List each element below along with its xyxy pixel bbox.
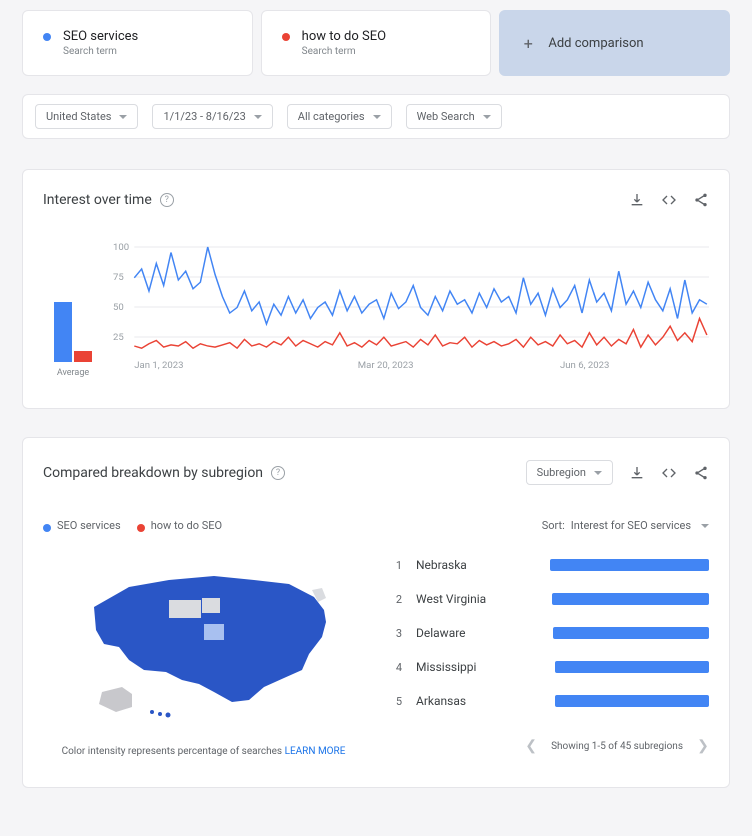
share-icon[interactable]	[693, 465, 709, 481]
help-icon[interactable]: ?	[271, 466, 285, 480]
panel-title: Interest over time ?	[43, 192, 174, 208]
region-bar	[555, 661, 709, 673]
svg-text:25: 25	[113, 332, 124, 343]
region-rank: 5	[388, 695, 402, 708]
comparison-type: Search term	[302, 46, 386, 57]
series-dot-icon	[43, 33, 51, 41]
region-name: Arkansas	[416, 694, 536, 708]
add-comparison-button[interactable]: + Add comparison	[499, 10, 730, 76]
interest-line-chart: 100 75 50 25 Jan 1, 2023 Mar 20, 2023 Ju…	[113, 242, 709, 378]
region-row[interactable]: 3 Delaware	[388, 616, 709, 650]
comparison-cards-row: SEO services Search term how to do SEO S…	[22, 10, 730, 76]
filters-bar: United States 1/1/23 - 8/16/23 All categ…	[22, 94, 730, 139]
map-note: Color intensity represents percentage of…	[43, 746, 364, 757]
category-filter[interactable]: All categories	[287, 104, 392, 129]
region-rank: 4	[388, 661, 402, 674]
timeframe-filter[interactable]: 1/1/23 - 8/16/23	[152, 104, 272, 129]
region-rank: 3	[388, 627, 402, 640]
download-icon[interactable]	[629, 192, 645, 208]
series-dot-icon	[282, 33, 290, 41]
region-row[interactable]: 2 West Virginia	[388, 582, 709, 616]
pager-prev-button[interactable]: ❮	[525, 738, 537, 754]
search-type-filter[interactable]: Web Search	[406, 104, 502, 129]
interest-over-time-panel: Interest over time ? Average 100 75	[22, 169, 730, 409]
sort-selector[interactable]: Sort: Interest for SEO services	[388, 519, 709, 532]
avg-bar-series2	[74, 351, 92, 362]
region-bar	[552, 593, 709, 605]
avg-bar-series1	[54, 302, 72, 362]
svg-text:50: 50	[113, 302, 124, 313]
caret-down-icon	[254, 115, 262, 119]
region-bar	[550, 559, 709, 571]
caret-down-icon	[483, 115, 491, 119]
panel-title: Compared breakdown by subregion ?	[43, 465, 285, 481]
average-column: Average	[43, 242, 103, 378]
plus-icon: +	[520, 34, 536, 53]
caret-down-icon	[119, 115, 127, 119]
pager: ❮ Showing 1-5 of 45 subregions ❯	[388, 738, 709, 754]
pager-next-button[interactable]: ❯	[697, 738, 709, 754]
svg-text:75: 75	[113, 272, 124, 283]
help-icon[interactable]: ?	[160, 193, 174, 207]
region-bar	[555, 695, 709, 707]
us-choropleth-map[interactable]	[74, 552, 334, 722]
share-icon[interactable]	[693, 192, 709, 208]
series-dot-icon	[43, 524, 51, 532]
region-row[interactable]: 5 Arkansas	[388, 684, 709, 718]
region-row[interactable]: 1 Nebraska	[388, 548, 709, 582]
region-name: Mississippi	[416, 660, 536, 674]
region-filter[interactable]: United States	[35, 104, 138, 129]
svg-text:Jun 6, 2023: Jun 6, 2023	[560, 360, 609, 370]
breakdown-legend: SEO services how to do SEO	[43, 519, 364, 532]
region-name: West Virginia	[416, 592, 536, 606]
comparison-term: SEO services	[63, 29, 138, 44]
download-icon[interactable]	[629, 465, 645, 481]
embed-icon[interactable]	[661, 192, 677, 208]
comparison-card-2[interactable]: how to do SEO Search term	[261, 10, 492, 76]
learn-more-link[interactable]: LEARN MORE	[285, 746, 346, 757]
series-dot-icon	[137, 524, 145, 532]
region-name: Nebraska	[416, 558, 536, 572]
svg-text:Mar 20, 2023: Mar 20, 2023	[358, 360, 414, 370]
svg-text:100: 100	[113, 242, 129, 253]
breakdown-panel: Compared breakdown by subregion ? Subreg…	[22, 437, 730, 788]
region-bar	[553, 627, 709, 639]
region-row[interactable]: 4 Mississippi	[388, 650, 709, 684]
caret-down-icon	[701, 524, 709, 528]
region-name: Delaware	[416, 626, 536, 640]
caret-down-icon	[373, 115, 381, 119]
comparison-card-1[interactable]: SEO services Search term	[22, 10, 253, 76]
comparison-type: Search term	[63, 46, 138, 57]
comparison-term: how to do SEO	[302, 29, 386, 44]
region-list: 1 Nebraska 2 West Virginia 3 Delaware 4 Mississ…	[388, 548, 709, 718]
region-rank: 1	[388, 559, 402, 572]
svg-text:Jan 1, 2023: Jan 1, 2023	[134, 360, 183, 370]
pager-status: Showing 1-5 of 45 subregions	[551, 741, 683, 752]
region-rank: 2	[388, 593, 402, 606]
caret-down-icon	[594, 471, 602, 475]
add-comparison-label: Add comparison	[548, 36, 643, 51]
subregion-selector[interactable]: Subregion	[526, 460, 613, 485]
embed-icon[interactable]	[661, 465, 677, 481]
